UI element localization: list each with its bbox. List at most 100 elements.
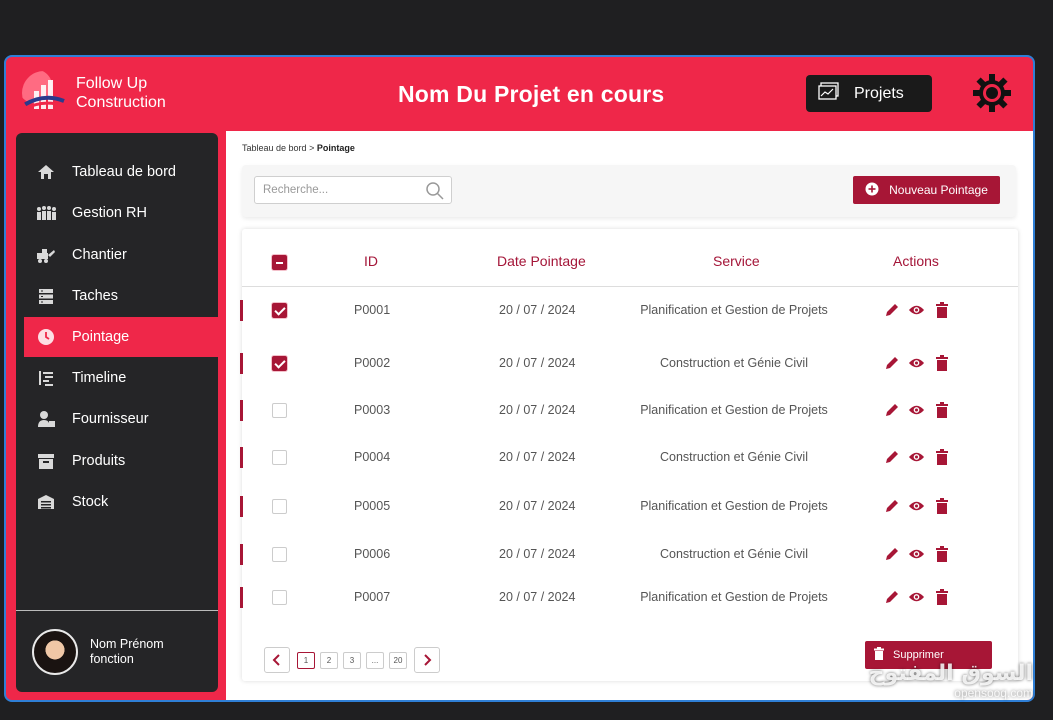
sidebar-item-timeline[interactable]: Timeline bbox=[16, 357, 218, 399]
cell-service: Construction et Génie Civil bbox=[660, 450, 808, 464]
edit-pencil-icon[interactable] bbox=[883, 588, 900, 605]
delete-trash-icon[interactable] bbox=[933, 448, 950, 465]
sidebar-item-chantier[interactable]: Chantier bbox=[16, 234, 218, 276]
search-input[interactable] bbox=[263, 184, 423, 196]
projects-chart-icon bbox=[818, 82, 840, 105]
delete-selected-label: Supprimer bbox=[893, 649, 944, 661]
cell-service: Planification et Gestion de Projets bbox=[640, 499, 828, 513]
search-icon[interactable] bbox=[425, 181, 445, 206]
sidebar-item-tableau-de-bord[interactable]: Tableau de bord bbox=[16, 151, 218, 193]
user-profile[interactable]: Nom Prénom fonction bbox=[16, 610, 218, 692]
page-number[interactable]: 2 bbox=[320, 651, 338, 669]
delete-trash-icon[interactable] bbox=[933, 354, 950, 371]
logo-text: Follow Up Construction bbox=[76, 74, 166, 112]
watermark: السوق المفتوح opensooq.com bbox=[869, 661, 1033, 700]
delete-trash-icon[interactable] bbox=[933, 588, 950, 605]
delete-trash-icon[interactable] bbox=[933, 301, 950, 318]
clock-icon bbox=[36, 327, 56, 347]
page-number[interactable]: 3 bbox=[343, 651, 361, 669]
table-row[interactable]: P0004 20 / 07 / 2024 Construction et Génie… bbox=[240, 436, 1018, 480]
row-indicator bbox=[240, 353, 243, 374]
row-checkbox[interactable] bbox=[272, 547, 287, 562]
sidebar-nav: Tableau de bord Gestion RH Chantier Tach… bbox=[16, 133, 228, 524]
edit-pencil-icon[interactable] bbox=[883, 497, 900, 514]
timeline-icon bbox=[36, 368, 56, 388]
table-row[interactable]: P0007 20 / 07 / 2024 Planification et Gest… bbox=[240, 576, 1018, 620]
sidebar-item-gestion-rh[interactable]: Gestion RH bbox=[16, 193, 218, 235]
breadcrumb-parent[interactable]: Tableau de bord bbox=[242, 143, 307, 153]
cell-service: Planification et Gestion de Projets bbox=[640, 403, 828, 417]
cell-id: P0003 bbox=[354, 403, 391, 417]
breadcrumb-current: Pointage bbox=[316, 143, 355, 153]
edit-pencil-icon[interactable] bbox=[883, 401, 900, 418]
page-number[interactable]: 20 bbox=[389, 651, 407, 669]
edit-pencil-icon[interactable] bbox=[883, 545, 900, 562]
row-indicator bbox=[240, 400, 243, 421]
header-id: ID bbox=[364, 253, 378, 269]
page-number[interactable]: 1 bbox=[297, 651, 315, 669]
app-logo[interactable]: Follow Up Construction bbox=[22, 71, 166, 115]
sidebar-item-label: Stock bbox=[72, 494, 109, 511]
delete-trash-icon[interactable] bbox=[933, 401, 950, 418]
view-eye-icon[interactable] bbox=[908, 401, 925, 418]
cell-date: 20 / 07 / 2024 bbox=[499, 547, 576, 561]
sidebar-item-pointage[interactable]: Pointage bbox=[24, 317, 228, 357]
header-actions: Actions bbox=[893, 253, 939, 269]
row-checkbox[interactable] bbox=[272, 499, 287, 514]
row-checkbox[interactable] bbox=[272, 356, 287, 371]
row-checkbox[interactable] bbox=[272, 303, 287, 318]
select-all-checkbox[interactable] bbox=[272, 255, 287, 270]
table-row[interactable]: P0006 20 / 07 / 2024 Construction et Génie… bbox=[240, 533, 1018, 577]
row-checkbox[interactable] bbox=[272, 450, 287, 465]
sidebar-item-taches[interactable]: Taches bbox=[16, 276, 218, 318]
next-page-button[interactable] bbox=[414, 647, 440, 673]
watermark-arabic: السوق المفتوح bbox=[868, 661, 1033, 686]
header-date: Date Pointage bbox=[497, 253, 586, 269]
sidebar-item-label: Taches bbox=[72, 288, 118, 305]
edit-pencil-icon[interactable] bbox=[883, 354, 900, 371]
table-row[interactable]: P0002 20 / 07 / 2024 Construction et Génie… bbox=[240, 342, 1018, 386]
logo-text-line1: Follow Up bbox=[76, 75, 148, 92]
user-info: Nom Prénom fonction bbox=[90, 637, 164, 667]
page-number[interactable]: ... bbox=[366, 651, 384, 669]
sidebar-item-label: Pointage bbox=[72, 329, 130, 345]
settings-gear-icon[interactable] bbox=[972, 73, 1012, 113]
cell-id: P0002 bbox=[354, 356, 391, 370]
toolbar: Nouveau Pointage bbox=[242, 165, 1016, 217]
sidebar-item-label: Produits bbox=[72, 452, 126, 469]
cell-service: Planification et Gestion de Projets bbox=[640, 303, 828, 317]
delete-trash-icon[interactable] bbox=[933, 545, 950, 562]
row-actions bbox=[883, 354, 950, 371]
view-eye-icon[interactable] bbox=[908, 354, 925, 371]
projects-button-label: Projets bbox=[854, 84, 904, 102]
table-row[interactable]: P0005 20 / 07 / 2024 Planification et Gest… bbox=[240, 485, 1018, 529]
view-eye-icon[interactable] bbox=[908, 588, 925, 605]
row-actions bbox=[883, 497, 950, 514]
view-eye-icon[interactable] bbox=[908, 497, 925, 514]
new-pointage-button[interactable]: Nouveau Pointage bbox=[853, 176, 1000, 204]
delete-trash-icon[interactable] bbox=[933, 497, 950, 514]
sidebar-item-stock[interactable]: Stock bbox=[16, 482, 218, 524]
edit-pencil-icon[interactable] bbox=[883, 301, 900, 318]
sidebar-item-label: Timeline bbox=[72, 369, 127, 386]
view-eye-icon[interactable] bbox=[908, 545, 925, 562]
breadcrumb: Tableau de bord > Pointage bbox=[242, 143, 355, 153]
cell-date: 20 / 07 / 2024 bbox=[499, 403, 576, 417]
row-checkbox[interactable] bbox=[272, 590, 287, 605]
prev-page-button[interactable] bbox=[264, 647, 290, 673]
sidebar-item-produits[interactable]: Produits bbox=[16, 440, 218, 482]
row-actions bbox=[883, 301, 950, 318]
row-checkbox[interactable] bbox=[272, 403, 287, 418]
page-title: Nom Du Projet en cours bbox=[398, 81, 665, 107]
sidebar-item-fournisseur[interactable]: Fournisseur bbox=[16, 399, 218, 441]
table-row[interactable]: P0001 20 / 07 / 2024 Planification et Gest… bbox=[240, 289, 1018, 333]
view-eye-icon[interactable] bbox=[908, 301, 925, 318]
edit-pencil-icon[interactable] bbox=[883, 448, 900, 465]
box-icon bbox=[36, 451, 56, 471]
header-service: Service bbox=[713, 253, 760, 269]
cell-date: 20 / 07 / 2024 bbox=[499, 450, 576, 464]
pagination: 1 2 3... 20 bbox=[264, 647, 440, 673]
table-row[interactable]: P0003 20 / 07 / 2024 Planification et Gest… bbox=[240, 389, 1018, 433]
projects-button[interactable]: Projets bbox=[806, 75, 932, 112]
view-eye-icon[interactable] bbox=[908, 448, 925, 465]
